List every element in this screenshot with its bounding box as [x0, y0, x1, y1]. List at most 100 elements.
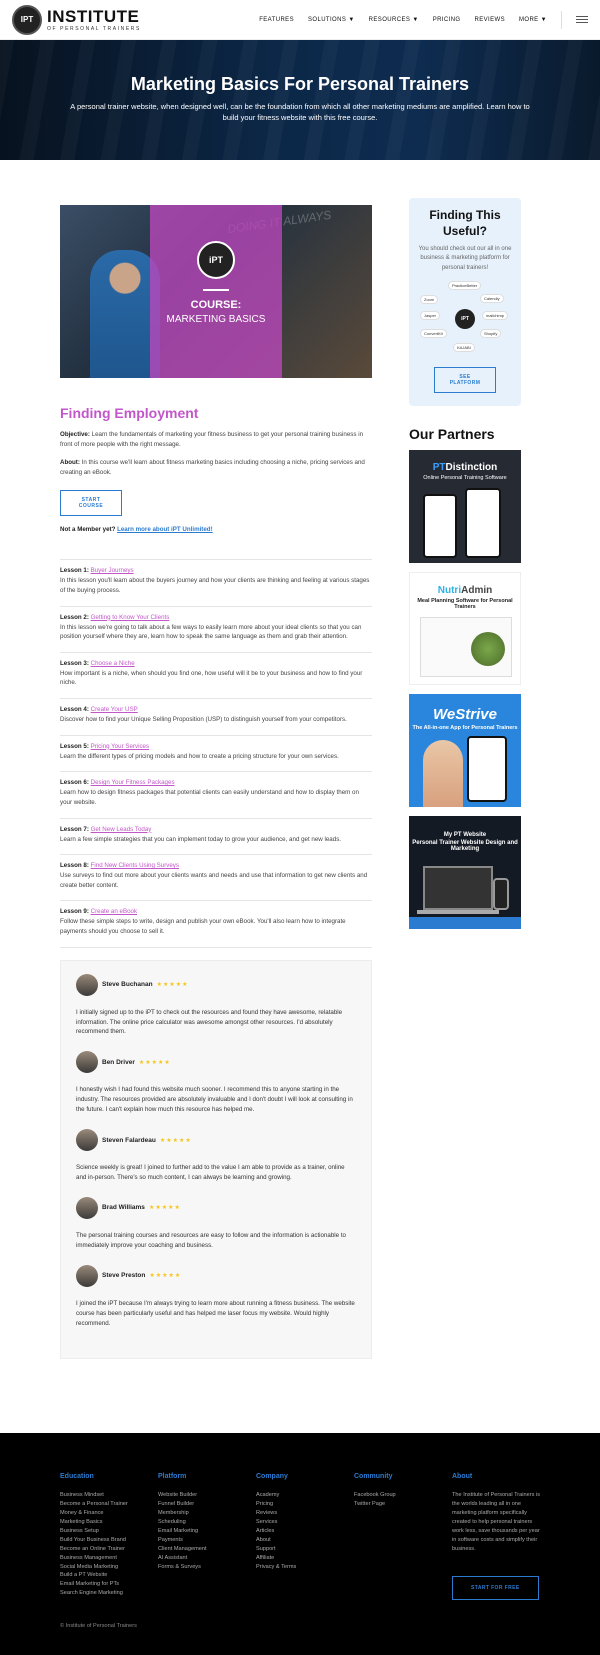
ad-footer-bar — [409, 917, 521, 930]
lesson-item: Lesson 5: Pricing Your Services Learn th… — [60, 736, 372, 773]
footer-link[interactable]: Pricing — [256, 1500, 354, 1509]
footer-link[interactable]: Build a PT Website — [60, 1571, 158, 1580]
footer-link[interactable]: Money & Finance — [60, 1509, 158, 1518]
lesson-link[interactable]: Find New Clients Using Surveys — [91, 862, 179, 869]
footer-link[interactable]: Website Builder — [158, 1491, 256, 1500]
lesson-link[interactable]: Get New Leads Today — [91, 826, 152, 833]
logo-sub-text: OF PERSONAL TRAINERS — [47, 25, 141, 32]
nav-features[interactable]: FEATURES — [259, 17, 294, 23]
footer-link[interactable]: Support — [256, 1545, 354, 1554]
review-text: The personal training courses and resour… — [76, 1231, 346, 1249]
lesson-item: Lesson 3: Choose a Niche How important i… — [60, 653, 372, 700]
integration-chip: ConvertKit — [420, 329, 447, 339]
course-overlay: iPT COURSE: MARKETING BASICS — [150, 205, 282, 378]
partner-ad-nutriadmin[interactable]: NutriAdmin Meal Planning Software for Pe… — [409, 572, 521, 686]
footer-column-about: About The Institute of Personal Trainers… — [452, 1473, 550, 1600]
site-logo[interactable]: IPT INSTITUTE OF PERSONAL TRAINERS — [12, 4, 141, 35]
footer-link[interactable]: Business Management — [60, 1554, 158, 1563]
logo-main-text: INSTITUTE — [47, 6, 140, 26]
nav-reviews[interactable]: REVIEWS — [475, 17, 505, 23]
start-for-free-button[interactable]: START FOR FREE — [452, 1575, 539, 1600]
nav-resources[interactable]: RESOURCES ▼ — [369, 17, 419, 23]
lesson-description: Use surveys to find out more about your … — [60, 872, 368, 889]
footer-link[interactable]: Forms & Surveys — [158, 1563, 256, 1572]
footer-link[interactable]: Academy — [256, 1491, 354, 1500]
unlimited-link[interactable]: Learn more about iPT Unlimited! — [117, 526, 213, 533]
footer-link[interactable]: Funnel Builder — [158, 1500, 256, 1509]
footer-link[interactable]: Become an Online Trainer — [60, 1545, 158, 1554]
footer-link[interactable]: Membership — [158, 1509, 256, 1518]
lesson-title: Lesson 8: Find New Clients Using Surveys — [60, 862, 179, 870]
hamburger-menu-icon[interactable] — [576, 16, 588, 23]
nav-solutions[interactable]: SOLUTIONS ▼ — [308, 17, 355, 23]
lesson-link[interactable]: Pricing Your Services — [91, 743, 149, 750]
lesson-description: Discover how to find your Unique Selling… — [60, 716, 347, 724]
footer-link[interactable]: Services — [256, 1518, 354, 1527]
course-label: COURSE: — [190, 299, 242, 311]
footer-link[interactable]: Scheduling — [158, 1518, 256, 1527]
footer-link[interactable]: Privacy & Terms — [256, 1563, 354, 1572]
course-name: MARKETING BASICS — [166, 314, 266, 325]
phone-mockup — [423, 494, 457, 559]
lesson-link[interactable]: Buyer Journeys — [91, 567, 134, 574]
footer-column: Community Facebook Group Twitter Page — [354, 1473, 452, 1600]
lesson-link[interactable]: Create an eBook — [91, 908, 137, 915]
promo-title: Finding This Useful? — [429, 208, 501, 238]
lesson-link[interactable]: Design Your Fitness Packages — [91, 779, 175, 786]
nav-pricing[interactable]: PRICING — [433, 17, 461, 23]
avatar — [76, 1196, 98, 1219]
footer-about-text: The Institute of Personal Trainers is th… — [452, 1492, 540, 1552]
lesson-link[interactable]: Create Your USP — [91, 706, 138, 713]
hero-subtitle: A personal trainer website, when designe… — [70, 102, 530, 122]
footer-link[interactable]: About — [256, 1536, 354, 1545]
footer-link[interactable]: Payments — [158, 1536, 256, 1545]
lesson-link[interactable]: Getting to Know Your Clients — [91, 614, 170, 621]
footer-link[interactable]: Business Mindset — [60, 1491, 158, 1500]
ipt-badge-icon: iPT — [197, 241, 235, 279]
member-prompt: Not a Member yet? Learn more about iPT U… — [60, 526, 213, 534]
nav-more[interactable]: MORE ▼ — [519, 17, 547, 23]
integration-chip: mailchimp — [482, 311, 509, 321]
lesson-description: How important is a niche, when should yo… — [60, 669, 363, 687]
footer-link[interactable]: Client Management — [158, 1545, 256, 1554]
footer-link[interactable]: Build Your Business Brand — [60, 1536, 158, 1545]
footer-link[interactable]: Become a Personal Trainer — [60, 1500, 158, 1509]
start-course-button[interactable]: START COURSE — [60, 490, 122, 517]
hero-banner: Marketing Basics For Personal Trainers A… — [0, 40, 600, 160]
footer-link[interactable]: Email Marketing — [158, 1527, 256, 1536]
lesson-item: Lesson 4: Create Your USP Discover how t… — [60, 699, 372, 736]
reviewer-name: Steven Falardeau — [102, 1136, 156, 1144]
footer-link[interactable]: Affiliate — [256, 1554, 354, 1563]
footer-link[interactable]: Social Media Marketing — [60, 1563, 158, 1572]
reviewer-name: Brad Williams — [102, 1204, 145, 1212]
footer-link[interactable]: Articles — [256, 1527, 354, 1536]
ipt-hub-icon: iPT — [455, 309, 475, 330]
lesson-description: Learn a few simple strategies that you c… — [60, 835, 342, 843]
footer-link[interactable]: Marketing Basics — [60, 1518, 158, 1527]
footer-link[interactable]: Facebook Group — [354, 1491, 452, 1500]
partner-ad-ptdistinction[interactable]: PTDistinction Online Personal Training S… — [409, 450, 521, 564]
partner-ad-westrive[interactable]: WeStrive The All-in-one App for Personal… — [409, 694, 521, 808]
see-platform-button[interactable]: SEE PLATFORM — [434, 367, 496, 394]
footer-heading: Community — [354, 1473, 393, 1480]
footer-link[interactable]: Business Setup — [60, 1527, 158, 1536]
footer-link[interactable]: Reviews — [256, 1509, 354, 1518]
lesson-link[interactable]: Choose a Niche — [91, 660, 135, 667]
footer-link[interactable]: Twitter Page — [354, 1500, 452, 1509]
star-rating-icon: ★★★★★ — [149, 1273, 182, 1280]
sidebar: Finding This Useful? You should check ou… — [409, 198, 521, 930]
logo-seal-icon: IPT — [12, 4, 42, 35]
integrations-graphic: iPT PracticeBetter Calendly Jasper mailc… — [418, 281, 512, 357]
review-item: Ben Driver ★★★★★ I honestly wish I had f… — [76, 1051, 356, 1115]
salad-image — [471, 632, 505, 667]
phone-mockup — [493, 878, 509, 911]
footer-link[interactable]: Search Engine Marketing — [60, 1589, 158, 1598]
partner-ad-mypt[interactable]: My PT Website Personal Trainer Website D… — [409, 816, 521, 930]
footer-link[interactable]: Email Marketing for PTs — [60, 1580, 158, 1589]
lesson-item: Lesson 8: Find New Clients Using Surveys… — [60, 855, 372, 902]
footer-link[interactable]: AI Assistant — [158, 1554, 256, 1563]
lesson-description: In this lesson we're going to talk about… — [60, 623, 362, 641]
lesson-item: Lesson 6: Design Your Fitness Packages L… — [60, 772, 372, 819]
lesson-title: Lesson 7: Get New Leads Today — [60, 825, 152, 833]
integration-chip: KAJABI — [453, 343, 475, 353]
